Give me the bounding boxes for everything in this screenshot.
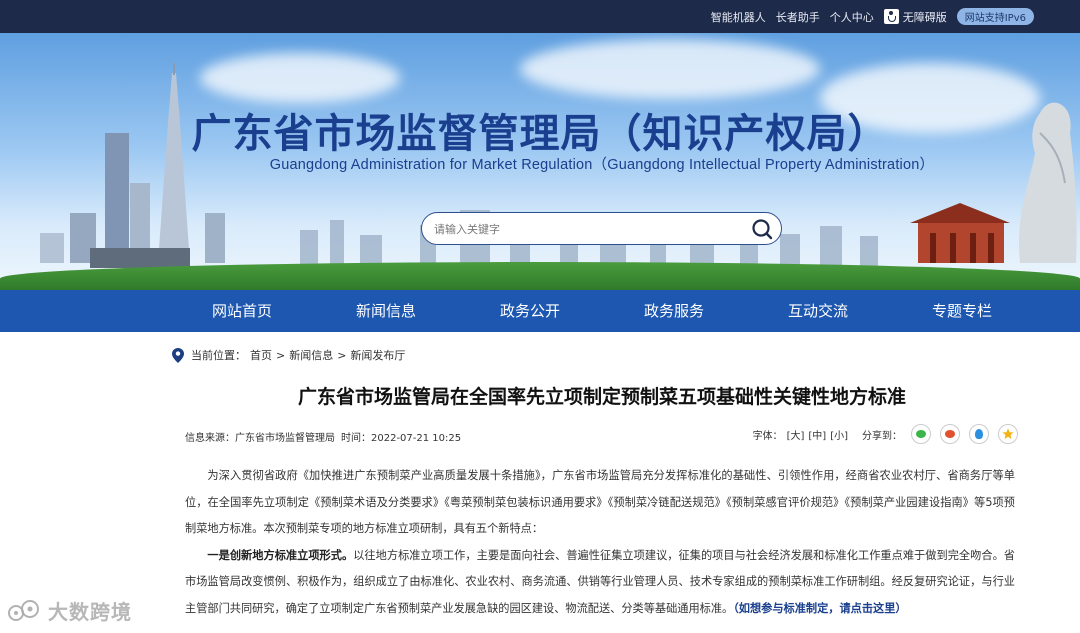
elder-assistant-link[interactable]: 长者助手: [776, 9, 820, 25]
search-icon[interactable]: [751, 218, 773, 240]
location-pin-icon: [172, 347, 184, 363]
breadcrumb-separator: >: [276, 348, 286, 362]
article-tools: 字体： [大] [中] [小] 分享到：: [753, 424, 1018, 444]
accessibility-icon: [883, 9, 899, 24]
breadcrumb-home[interactable]: 首页: [250, 347, 272, 363]
nav-item-services[interactable]: 政务服务: [602, 290, 746, 332]
ipv6-badge: 网站支持IPv6: [956, 8, 1034, 25]
top-bar: 智能机器人 长者助手 个人中心 无障碍版 网站支持IPv6: [0, 0, 1080, 33]
breadcrumb-label: 当前位置：: [191, 349, 246, 362]
main-nav: 网站首页 新闻信息 政务公开 政务服务 互动交流 专题专栏: [0, 290, 1080, 332]
share-favorite-icon[interactable]: [998, 424, 1018, 444]
accessibility-link[interactable]: 无障碍版: [883, 9, 947, 25]
share-wechat-icon[interactable]: [911, 424, 931, 444]
share-weibo-icon[interactable]: [940, 424, 960, 444]
smart-robot-link[interactable]: 智能机器人: [711, 9, 766, 25]
share-qq-icon[interactable]: [969, 424, 989, 444]
site-subtitle: Guangdong Administration for Market Regu…: [269, 157, 935, 173]
participate-link[interactable]: （如想参与标准制定，请点击这里）: [733, 602, 906, 615]
paragraph-heading: 一是创新地方标准立项形式。: [207, 548, 354, 562]
header-banner: 广东省市场监督管理局（知识产权局） Guangdong Administrati…: [0, 33, 1080, 290]
cloud-decoration: [520, 39, 820, 99]
breadcrumb-separator: >: [337, 348, 347, 362]
breadcrumb-news[interactable]: 新闻信息: [289, 347, 333, 363]
share-label: 分享到：: [862, 430, 902, 442]
font-size-medium-button[interactable]: [中]: [808, 427, 826, 442]
font-size-small-button[interactable]: [小]: [830, 427, 848, 442]
breadcrumb: 当前位置： 首页 > 新闻信息 > 新闻发布厅: [172, 346, 405, 364]
site-title: 广东省市场监督管理局（知识产权局）: [191, 110, 889, 157]
nav-item-special-topics[interactable]: 专题专栏: [890, 290, 1034, 332]
font-size-label: 字体：: [752, 430, 783, 442]
search-box: [421, 212, 782, 245]
article-time: 时间：2022-07-21 10:25: [341, 433, 462, 444]
nav-item-news[interactable]: 新闻信息: [314, 290, 458, 332]
search-input[interactable]: [434, 220, 744, 238]
accessibility-label: 无障碍版: [902, 10, 947, 24]
watermark-logo-icon: [8, 599, 39, 621]
article-paragraph: 为深入贯彻省政府《加快推进广东预制菜产业高质量发展十条措施》，广东省市场监管局充…: [185, 469, 1015, 535]
article-paragraph: 一是创新地方标准立项形式。以往地方标准立项工作，主要是面向社会、普遍性征集立项建…: [185, 543, 1015, 623]
font-size-large-button[interactable]: [大]: [787, 427, 805, 442]
article-meta: 信息来源：广东省市场监督管理局 时间：2022-07-21 10:25: [185, 429, 461, 444]
nav-item-interaction[interactable]: 互动交流: [746, 290, 890, 332]
top-links: 智能机器人 长者助手 个人中心 无障碍版 网站支持IPv6: [711, 0, 1034, 33]
watermark: 大数跨境: [8, 596, 132, 625]
article-source: 信息来源：广东省市场监督管理局: [185, 433, 335, 444]
article-title: 广东省市场监管局在全国率先立项制定预制菜五项基础性关键性地方标准: [297, 386, 906, 408]
watermark-text: 大数跨境: [48, 600, 132, 624]
breadcrumb-press-room[interactable]: 新闻发布厅: [350, 347, 405, 363]
nav-item-home[interactable]: 网站首页: [170, 290, 314, 332]
article-body: 为深入贯彻省政府《加快推进广东预制菜产业高质量发展十条措施》，广东省市场监管局充…: [185, 463, 1015, 622]
greenery-decoration: [0, 262, 1080, 290]
personal-center-link[interactable]: 个人中心: [830, 9, 874, 25]
nav-item-government-affairs[interactable]: 政务公开: [458, 290, 602, 332]
